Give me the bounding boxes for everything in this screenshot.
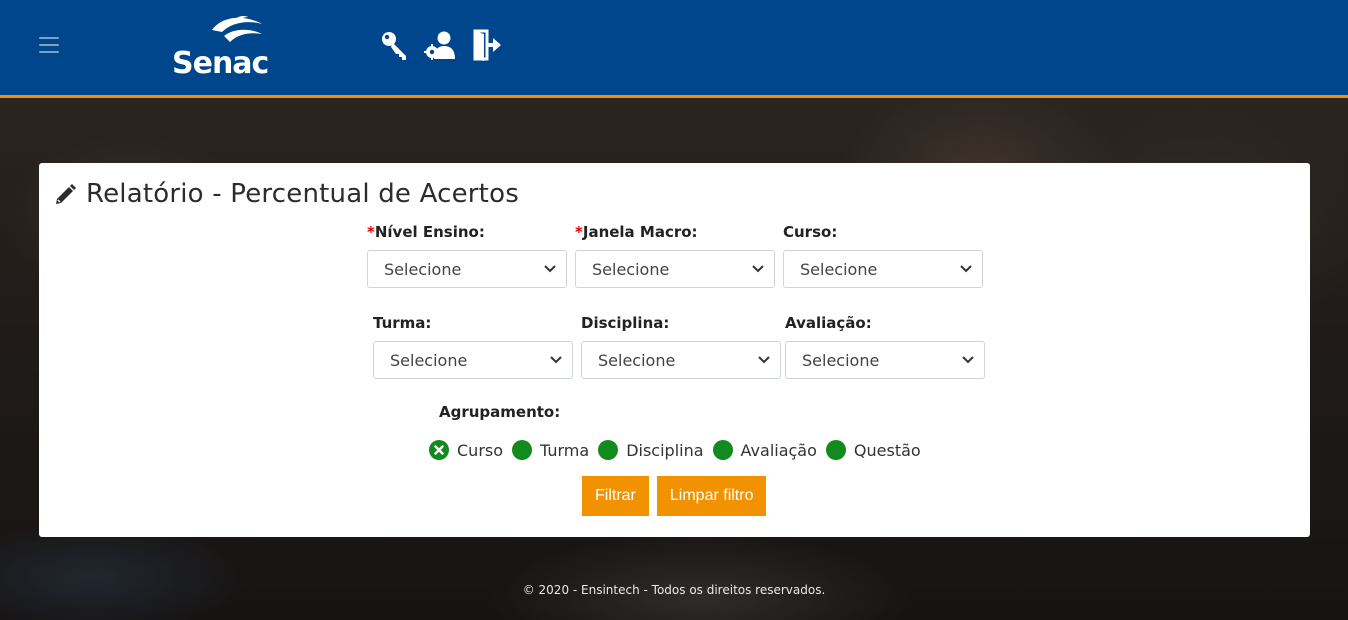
- top-navbar: Senac: [0, 0, 1348, 98]
- agrupamento-option-disciplina[interactable]: Disciplina: [598, 440, 704, 460]
- key-icon[interactable]: [378, 28, 412, 62]
- turma-field: Turma: Selecione: [373, 314, 573, 379]
- senac-logo: Senac: [170, 14, 278, 81]
- nivel-ensino-field: *Nível Ensino: Selecione: [367, 223, 567, 288]
- avaliacao-select[interactable]: Selecione: [785, 341, 985, 379]
- chevron-down-icon: [962, 356, 974, 364]
- janela-macro-select[interactable]: Selecione: [575, 250, 775, 288]
- janela-macro-field: *Janela Macro: Selecione: [575, 223, 775, 288]
- nivel-ensino-value: Selecione: [384, 259, 462, 279]
- agrupamento-option-label: Disciplina: [626, 440, 704, 460]
- logout-icon[interactable]: [470, 28, 504, 62]
- agrupamento-option-label: Questão: [853, 440, 921, 460]
- turma-value: Selecione: [390, 350, 468, 370]
- chevron-down-icon: [544, 265, 556, 273]
- chevron-down-icon: [752, 265, 764, 273]
- curso-select[interactable]: Selecione: [783, 250, 983, 288]
- agrupamento-option-label: Avaliação: [740, 440, 817, 460]
- radio-dot-icon: [712, 440, 733, 460]
- janela-macro-label: *Janela Macro:: [575, 223, 698, 241]
- agrupamento-option-questao[interactable]: Questão: [825, 440, 921, 460]
- filter-button[interactable]: Filtrar: [582, 476, 649, 516]
- avaliacao-value: Selecione: [802, 350, 880, 370]
- footer-copyright: © 2020 - Ensintech - Todos os direitos r…: [522, 583, 826, 597]
- avaliacao-label: Avaliação:: [785, 314, 872, 332]
- disciplina-value: Selecione: [598, 350, 676, 370]
- janela-macro-value: Selecione: [592, 259, 670, 279]
- nivel-ensino-select[interactable]: Selecione: [367, 250, 567, 288]
- curso-value: Selecione: [800, 259, 878, 279]
- disciplina-select[interactable]: Selecione: [581, 341, 781, 379]
- chevron-down-icon: [550, 356, 562, 364]
- logo-wave-icon: [212, 16, 262, 42]
- agrupamento-options: Curso Turma Disciplina Avaliação Questão: [429, 440, 930, 460]
- agrupamento-option-label: Turma: [540, 440, 590, 460]
- agrupamento-option-turma[interactable]: Turma: [512, 440, 589, 460]
- menu-toggle-icon[interactable]: [39, 37, 59, 53]
- agrupamento-option-label: Curso: [457, 440, 504, 460]
- agrupamento-option-curso[interactable]: Curso: [429, 440, 503, 460]
- radio-dot-icon: [598, 440, 619, 460]
- disciplina-field: Disciplina: Selecione: [581, 314, 781, 379]
- curso-field: Curso: Selecione: [783, 223, 983, 288]
- clear-filter-button[interactable]: Limpar filtro: [656, 476, 767, 516]
- user-settings-icon[interactable]: [424, 28, 458, 62]
- pencil-icon: [56, 184, 76, 204]
- disciplina-label: Disciplina:: [581, 314, 670, 332]
- chevron-down-icon: [758, 356, 770, 364]
- check-x-icon: [429, 440, 449, 460]
- page-title: Relatório - Percentual de Acertos: [54, 179, 519, 209]
- turma-label: Turma:: [373, 314, 432, 332]
- page-title-text: Relatório - Percentual de Acertos: [86, 179, 519, 209]
- agrupamento-option-avaliacao[interactable]: Avaliação: [712, 440, 817, 460]
- radio-dot-icon: [512, 440, 533, 460]
- curso-label: Curso:: [783, 223, 838, 241]
- radio-dot-icon: [825, 440, 846, 460]
- avaliacao-field: Avaliação: Selecione: [785, 314, 985, 379]
- turma-select[interactable]: Selecione: [373, 341, 573, 379]
- logo-text: Senac: [172, 46, 269, 81]
- chevron-down-icon: [960, 265, 972, 273]
- report-card: Relatório - Percentual de Acertos *Nível…: [39, 163, 1310, 537]
- nivel-ensino-label: *Nível Ensino:: [367, 223, 485, 241]
- agrupamento-label: Agrupamento:: [439, 403, 561, 421]
